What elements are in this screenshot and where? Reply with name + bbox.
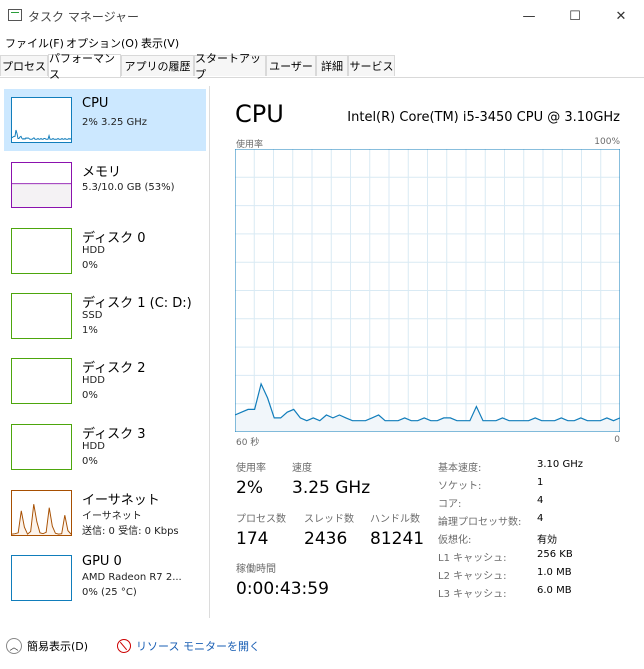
graph-max-label: 100% — [594, 137, 620, 147]
sidebar-item-type: SSD — [82, 310, 103, 321]
sidebar-item-title: ディスク 3 — [82, 427, 146, 442]
sidebar-item-model: AMD Radeon R7 2... — [82, 572, 182, 583]
page-title: CPU — [235, 100, 284, 128]
sidebar-item-title: ディスク 1 (C: D:) — [82, 296, 192, 311]
cpu-model-name: Intel(R) Core(TM) i5-3450 CPU @ 3.10GHz — [347, 110, 620, 125]
cpu-thumbnail-graph — [11, 97, 72, 143]
spec-label: L2 キャッシュ: — [438, 571, 507, 582]
sidebar-item-adapter: イーサネット — [82, 511, 142, 522]
sidebar-item-disk-2[interactable]: ディスク 2 HDD 0% — [4, 350, 206, 412]
spec-label: L1 キャッシュ: — [438, 553, 507, 564]
open-resource-monitor-link[interactable]: リソース モニターを開く — [117, 638, 260, 654]
processes-label: プロセス数 — [236, 514, 286, 525]
spec-value: 4 — [537, 513, 544, 524]
spec-label: ソケット: — [438, 481, 482, 492]
sidebar-item-memory[interactable]: メモリ 5.3/10.0 GB (53%) — [4, 154, 206, 216]
disk-thumbnail-graph — [11, 228, 72, 274]
sidebar-item-title: ディスク 0 — [82, 231, 146, 246]
spec-value: 1 — [537, 477, 544, 488]
title-bar: タスク マネージャー — ☐ ✕ — [0, 0, 644, 32]
spec-label: 基本速度: — [438, 463, 482, 474]
menu-view[interactable]: 表示(V) — [141, 35, 179, 51]
sidebar-item-detail: 1% — [82, 325, 98, 336]
sidebar-item-title: GPU 0 — [82, 554, 122, 569]
sidebar-item-detail: 0% — [82, 390, 98, 401]
gpu-thumbnail-graph — [11, 555, 72, 601]
sidebar-item-detail: 0% (25 °C) — [82, 587, 137, 598]
processes-value: 174 — [236, 529, 269, 549]
window-title: タスク マネージャー — [28, 10, 139, 24]
usage-label: 使用率 — [236, 463, 266, 474]
threads-label: スレッド数 — [304, 514, 354, 525]
tab-app-history[interactable]: アプリの履歴 — [121, 55, 194, 76]
graph-time-label: 60 秒 — [236, 438, 260, 448]
tab-users[interactable]: ユーザー — [266, 55, 316, 76]
handles-label: ハンドル数 — [370, 514, 420, 525]
chevron-up-icon: ︿ — [6, 638, 22, 654]
sidebar-item-title: メモリ — [82, 165, 122, 180]
menu-file[interactable]: ファイル(F) — [5, 35, 64, 51]
sidebar-item-cpu[interactable]: CPU 2% 3.25 GHz — [4, 89, 206, 151]
disk-thumbnail-graph — [11, 424, 72, 470]
tab-details[interactable]: 詳細 — [316, 55, 348, 76]
fewer-details-button[interactable]: ︿ 簡易表示(D) — [6, 638, 88, 654]
sidebar-item-title: イーサネット — [82, 493, 160, 508]
spec-value: 6.0 MB — [537, 585, 572, 596]
resource-monitor-icon — [117, 639, 131, 653]
sidebar-item-type: HDD — [82, 441, 105, 452]
spec-value: 4 — [537, 495, 544, 506]
sidebar-item-disk-1[interactable]: ディスク 1 (C: D:) SSD 1% — [4, 285, 206, 347]
menu-bar: ファイル(F) オプション(O) 表示(V) — [0, 32, 644, 52]
tab-startup[interactable]: スタートアップ — [194, 52, 266, 81]
sidebar-item-disk-0[interactable]: ディスク 0 HDD 0% — [4, 220, 206, 282]
sidebar-item-detail: 5.3/10.0 GB (53%) — [82, 182, 175, 193]
tab-bar: プロセス パフォーマンス アプリの履歴 スタートアップ ユーザー 詳細 サービス — [0, 52, 644, 81]
tab-processes[interactable]: プロセス — [0, 55, 48, 76]
close-button[interactable]: ✕ — [598, 0, 644, 32]
spec-label: L3 キャッシュ: — [438, 589, 507, 600]
sidebar-item-type: HDD — [82, 375, 105, 386]
tab-services[interactable]: サービス — [348, 55, 395, 76]
spec-value: 有効 — [537, 535, 557, 546]
speed-label: 速度 — [292, 463, 312, 474]
spec-label: 仮想化: — [438, 535, 472, 546]
resource-sidebar: CPU 2% 3.25 GHz メモリ 5.3/10.0 GB (53%) ディ… — [0, 86, 210, 618]
spec-value: 256 KB — [537, 549, 573, 560]
sidebar-item-gpu-0[interactable]: GPU 0 AMD Radeon R7 2... 0% (25 °C) — [4, 547, 206, 609]
sidebar-item-detail: 0% — [82, 456, 98, 467]
task-manager-icon — [8, 9, 22, 21]
minimize-button[interactable]: — — [506, 0, 552, 32]
usage-value: 2% — [236, 478, 263, 498]
sidebar-item-detail: 0% — [82, 260, 98, 271]
resource-monitor-label: リソース モニターを開く — [136, 640, 260, 653]
cpu-detail-panel: CPU Intel(R) Core(TM) i5-3450 CPU @ 3.10… — [210, 86, 644, 618]
spec-value: 1.0 MB — [537, 567, 572, 578]
sidebar-item-disk-3[interactable]: ディスク 3 HDD 0% — [4, 416, 206, 478]
graph-min-label: 0 — [614, 435, 620, 445]
sidebar-item-type: HDD — [82, 245, 105, 256]
ethernet-thumbnail-graph — [11, 490, 72, 536]
threads-value: 2436 — [304, 529, 348, 549]
speed-value: 3.25 GHz — [292, 478, 371, 498]
sidebar-item-title: ディスク 2 — [82, 361, 146, 376]
bottom-bar: ︿ 簡易表示(D) リソース モニターを開く — [0, 628, 644, 669]
fewer-details-label: 簡易表示(D) — [27, 640, 89, 653]
memory-thumbnail-graph — [11, 162, 72, 208]
sidebar-item-ethernet[interactable]: イーサネット イーサネット 送信: 0 受信: 0 Kbps — [4, 482, 206, 544]
sidebar-item-detail: 送信: 0 受信: 0 Kbps — [82, 526, 179, 537]
sidebar-item-detail: 2% 3.25 GHz — [82, 117, 148, 128]
spec-label: 論理プロセッサ数: — [438, 517, 522, 528]
disk-thumbnail-graph — [11, 293, 72, 339]
tab-performance[interactable]: パフォーマンス — [48, 52, 121, 81]
menu-options[interactable]: オプション(O) — [66, 35, 138, 51]
uptime-label: 稼働時間 — [236, 564, 276, 575]
handles-value: 81241 — [370, 529, 425, 549]
sidebar-item-title: CPU — [82, 96, 109, 111]
maximize-button[interactable]: ☐ — [552, 0, 598, 32]
cpu-usage-graph — [235, 149, 620, 432]
disk-thumbnail-graph — [11, 358, 72, 404]
uptime-value: 0:00:43:59 — [236, 579, 329, 599]
spec-value: 3.10 GHz — [537, 459, 583, 470]
spec-label: コア: — [438, 499, 462, 510]
